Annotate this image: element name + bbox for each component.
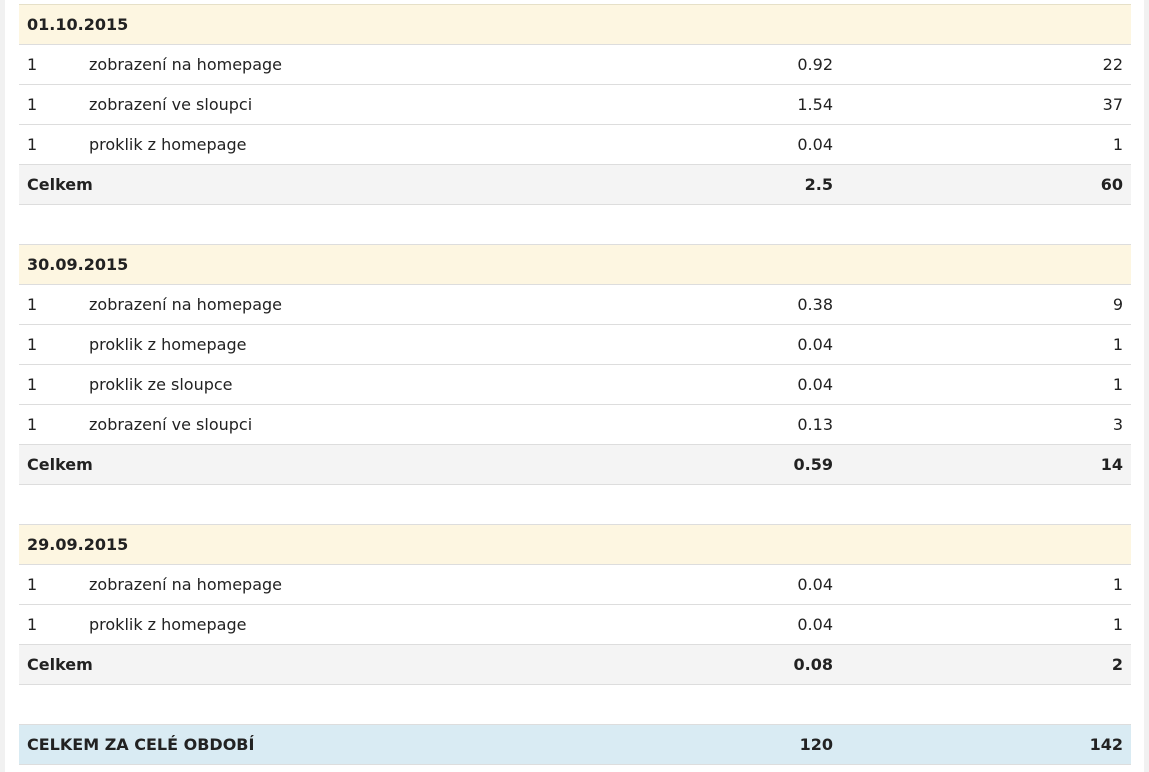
table-row: 1 zobrazení na homepage 0.04 1: [19, 564, 1132, 605]
table-row: 1 proklik z homepage 0.04 1: [19, 604, 1132, 645]
price-cell: 0.04: [681, 564, 841, 605]
date-label: 01.10.2015: [19, 4, 1132, 45]
count-cell: 1: [19, 124, 81, 165]
count-cell: 1: [19, 284, 81, 325]
total-cell: 1: [841, 564, 1132, 605]
subtotal-price: 2.5: [681, 164, 841, 205]
label-cell: zobrazení na homepage: [81, 44, 681, 85]
group-spacer: [19, 684, 1132, 725]
total-cell: 1: [841, 604, 1132, 645]
subtotal-price: 0.08: [681, 644, 841, 685]
total-cell: 9: [841, 284, 1132, 325]
table-row: 1 zobrazení na homepage 0.92 22: [19, 44, 1132, 85]
grand-total-price: 120: [681, 724, 841, 765]
price-cell: 0.13: [681, 404, 841, 445]
count-cell: 1: [19, 604, 81, 645]
table-row: 1 zobrazení ve sloupci 1.54 37: [19, 84, 1132, 125]
total-cell: 1: [841, 364, 1132, 405]
table-row: 1 proklik z homepage 0.04 1: [19, 324, 1132, 365]
subtotal-total: 2: [841, 644, 1132, 685]
total-cell: 37: [841, 84, 1132, 125]
date-label: 29.09.2015: [19, 524, 1132, 565]
price-cell: 0.04: [681, 364, 841, 405]
subtotal-total: 60: [841, 164, 1132, 205]
total-cell: 1: [841, 124, 1132, 165]
subtotal-row: Celkem 2.5 60: [19, 164, 1132, 205]
subtotal-total: 14: [841, 444, 1132, 485]
grand-total-label: CELKEM ZA CELÉ OBDOBÍ: [19, 724, 681, 765]
count-cell: 1: [19, 404, 81, 445]
label-cell: zobrazení na homepage: [81, 284, 681, 325]
count-cell: 1: [19, 564, 81, 605]
label-cell: proklik z homepage: [81, 604, 681, 645]
label-cell: zobrazení ve sloupci: [81, 404, 681, 445]
statistics-table: 01.10.2015 1 zobrazení na homepage 0.92 …: [19, 4, 1132, 765]
count-cell: 1: [19, 44, 81, 85]
date-label: 30.09.2015: [19, 244, 1132, 285]
price-cell: 0.04: [681, 124, 841, 165]
group-spacer: [19, 204, 1132, 245]
price-cell: 0.92: [681, 44, 841, 85]
group-spacer: [19, 484, 1132, 525]
subtotal-label: Celkem: [19, 644, 681, 685]
subtotal-row: Celkem 0.08 2: [19, 644, 1132, 685]
date-header-row: 29.09.2015: [19, 524, 1132, 565]
grand-total-total: 142: [841, 724, 1132, 765]
table-row: 1 proklik ze sloupce 0.04 1: [19, 364, 1132, 405]
total-cell: 22: [841, 44, 1132, 85]
total-cell: 1: [841, 324, 1132, 365]
date-header-row: 30.09.2015: [19, 244, 1132, 285]
subtotal-label: Celkem: [19, 164, 681, 205]
grand-total-row: CELKEM ZA CELÉ OBDOBÍ 120 142: [19, 724, 1132, 765]
price-cell: 0.04: [681, 604, 841, 645]
price-cell: 0.38: [681, 284, 841, 325]
subtotal-row: Celkem 0.59 14: [19, 444, 1132, 485]
total-cell: 3: [841, 404, 1132, 445]
price-cell: 1.54: [681, 84, 841, 125]
table-row: 1 zobrazení ve sloupci 0.13 3: [19, 404, 1132, 445]
price-cell: 0.04: [681, 324, 841, 365]
count-cell: 1: [19, 364, 81, 405]
label-cell: zobrazení na homepage: [81, 564, 681, 605]
subtotal-price: 0.59: [681, 444, 841, 485]
label-cell: proklik z homepage: [81, 124, 681, 165]
stats-panel: 01.10.2015 1 zobrazení na homepage 0.92 …: [5, 0, 1144, 772]
label-cell: proklik z homepage: [81, 324, 681, 365]
count-cell: 1: [19, 84, 81, 125]
label-cell: proklik ze sloupce: [81, 364, 681, 405]
date-header-row: 01.10.2015: [19, 4, 1132, 45]
label-cell: zobrazení ve sloupci: [81, 84, 681, 125]
table-row: 1 proklik z homepage 0.04 1: [19, 124, 1132, 165]
subtotal-label: Celkem: [19, 444, 681, 485]
count-cell: 1: [19, 324, 81, 365]
table-row: 1 zobrazení na homepage 0.38 9: [19, 284, 1132, 325]
